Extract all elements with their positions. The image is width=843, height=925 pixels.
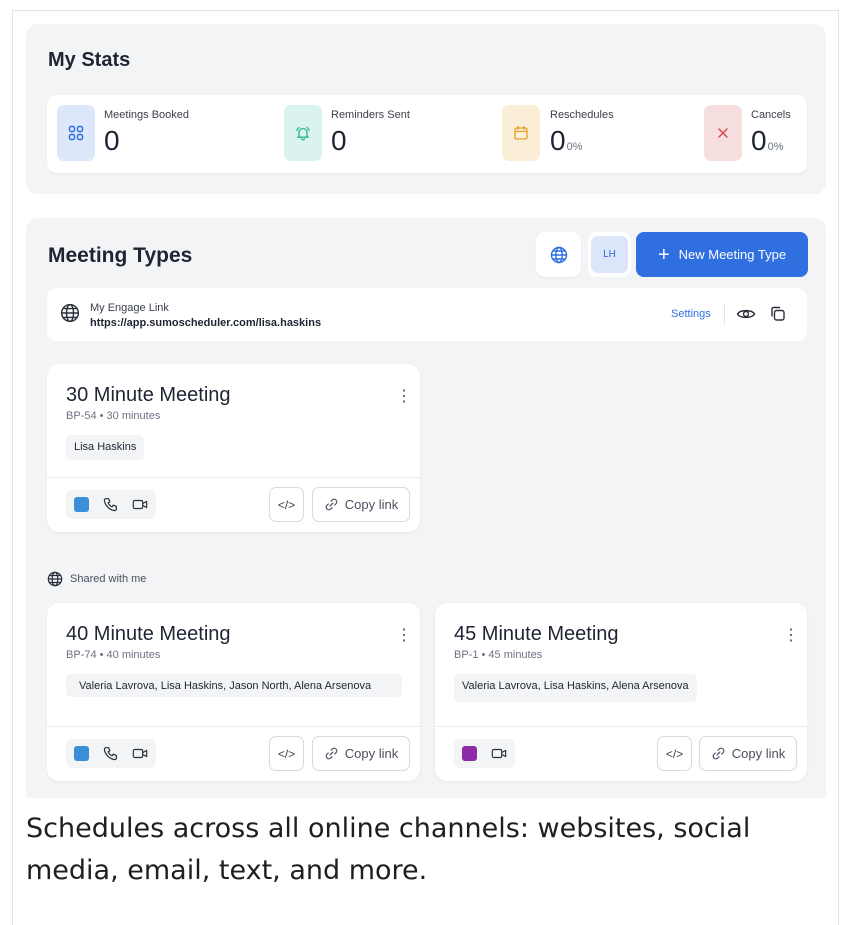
meeting-types-panel: Meeting Types LH + New Meeting Type My E… bbox=[26, 218, 826, 798]
grid-icon bbox=[57, 105, 95, 161]
stat-label: Cancels bbox=[751, 109, 791, 121]
link-icon bbox=[325, 498, 338, 511]
copy-link-button[interactable]: Copy link bbox=[699, 736, 797, 771]
stat-reschedules: Reschedules 00% bbox=[502, 105, 692, 161]
copy-link-label: Copy link bbox=[731, 746, 786, 761]
meeting-subtitle: BP-54 • 30 minutes bbox=[66, 410, 161, 422]
engage-link-label: My Engage Link bbox=[90, 302, 169, 314]
copy-link-button[interactable]: Copy link bbox=[312, 736, 410, 771]
language-button[interactable] bbox=[536, 232, 581, 277]
color-swatch[interactable] bbox=[74, 497, 89, 512]
embed-code-button[interactable]: </> bbox=[269, 487, 304, 522]
engage-link-bar: My Engage Link https://app.sumoscheduler… bbox=[47, 288, 807, 341]
video-icon[interactable] bbox=[132, 747, 148, 760]
more-vertical-icon[interactable]: ⋮ bbox=[783, 625, 799, 645]
stat-value: 00% bbox=[550, 125, 583, 156]
globe-icon bbox=[47, 571, 63, 587]
engage-settings-link[interactable]: Settings bbox=[671, 308, 711, 320]
stats-title: My Stats bbox=[48, 49, 131, 71]
engage-link-url[interactable]: https://app.sumoscheduler.com/lisa.haski… bbox=[90, 317, 321, 329]
copy-link-label: Copy link bbox=[344, 746, 399, 761]
new-meeting-type-label: New Meeting Type bbox=[678, 247, 787, 262]
copy-link-button[interactable]: Copy link bbox=[312, 487, 410, 522]
embed-code-button[interactable]: </> bbox=[657, 736, 692, 771]
meeting-location-tools bbox=[454, 739, 515, 768]
embed-code-button[interactable]: </> bbox=[269, 736, 304, 771]
divider bbox=[724, 304, 725, 324]
stat-cancels: Cancels 00% bbox=[704, 105, 804, 161]
close-icon bbox=[704, 105, 742, 161]
video-icon[interactable] bbox=[132, 498, 148, 511]
globe-icon bbox=[550, 246, 567, 263]
meeting-title: 45 Minute Meeting bbox=[454, 623, 619, 645]
stat-value: 00% bbox=[751, 125, 784, 156]
video-icon[interactable] bbox=[491, 747, 507, 760]
meeting-subtitle: BP-1 • 45 minutes bbox=[454, 649, 543, 661]
phone-icon[interactable] bbox=[103, 497, 118, 512]
shared-with-me-label: Shared with me bbox=[70, 573, 147, 585]
divider bbox=[435, 726, 807, 727]
user-avatar[interactable]: LH bbox=[588, 232, 631, 277]
eye-icon[interactable] bbox=[736, 305, 756, 323]
more-vertical-icon[interactable]: ⋮ bbox=[396, 625, 412, 645]
color-swatch[interactable] bbox=[74, 746, 89, 761]
calendar-icon bbox=[502, 105, 540, 161]
meeting-card-30-minute[interactable]: 30 Minute Meeting BP-54 • 30 minutes ⋮ L… bbox=[47, 364, 420, 532]
stats-card: Meetings Booked 0 Reminders Sent 0 Resch… bbox=[47, 95, 807, 173]
copy-link-label: Copy link bbox=[344, 497, 399, 512]
color-swatch[interactable] bbox=[462, 746, 477, 761]
new-meeting-type-button[interactable]: + New Meeting Type bbox=[636, 232, 808, 277]
meeting-subtitle: BP-74 • 40 minutes bbox=[66, 649, 161, 661]
meeting-participants: Lisa Haskins bbox=[66, 435, 145, 460]
meeting-title: 30 Minute Meeting bbox=[66, 384, 231, 406]
meeting-participants: Valeria Lavrova, Lisa Haskins, Jason Nor… bbox=[66, 674, 402, 697]
avatar-initials: LH bbox=[591, 236, 628, 273]
stat-value: 0 bbox=[104, 125, 120, 156]
link-icon bbox=[712, 747, 725, 760]
meeting-types-title: Meeting Types bbox=[48, 244, 193, 267]
meeting-card-40-minute[interactable]: 40 Minute Meeting BP-74 • 40 minutes ⋮ V… bbox=[47, 603, 420, 781]
link-icon bbox=[325, 747, 338, 760]
phone-icon[interactable] bbox=[103, 746, 118, 761]
meeting-location-tools bbox=[66, 739, 156, 768]
shared-with-me-heading: Shared with me bbox=[47, 571, 146, 587]
bell-icon bbox=[284, 105, 322, 161]
divider bbox=[47, 477, 420, 478]
plus-icon: + bbox=[657, 243, 670, 266]
stat-value: 0 bbox=[331, 125, 347, 156]
caption-text: Schedules across all online channels: we… bbox=[26, 813, 751, 886]
meeting-title: 40 Minute Meeting bbox=[66, 623, 231, 645]
stat-label: Meetings Booked bbox=[104, 109, 189, 121]
globe-icon bbox=[60, 303, 80, 323]
divider bbox=[47, 726, 420, 727]
meeting-participants: Valeria Lavrova, Lisa Haskins, Alena Ars… bbox=[454, 674, 697, 702]
my-stats-panel: My Stats Meetings Booked 0 Reminders Sen… bbox=[26, 24, 826, 194]
meeting-card-45-minute[interactable]: 45 Minute Meeting BP-1 • 45 minutes ⋮ Va… bbox=[435, 603, 807, 781]
copy-icon[interactable] bbox=[769, 305, 787, 323]
stat-label: Reminders Sent bbox=[331, 109, 410, 121]
stat-meetings-booked: Meetings Booked 0 bbox=[57, 105, 267, 161]
stat-label: Reschedules bbox=[550, 109, 614, 121]
meeting-location-tools bbox=[66, 490, 156, 519]
stat-reminders-sent: Reminders Sent 0 bbox=[284, 105, 494, 161]
more-vertical-icon[interactable]: ⋮ bbox=[396, 386, 412, 406]
